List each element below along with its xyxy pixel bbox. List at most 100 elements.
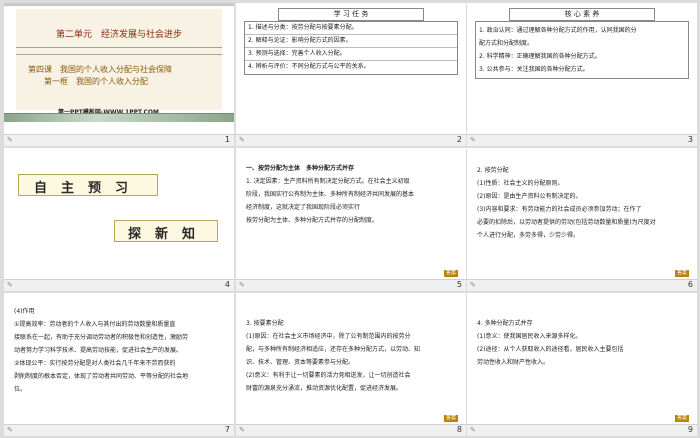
task-table: 1. 描述与分类：按劳分配与按要素分配。 2. 解释与论证：影响分配方式的因素。… <box>244 21 458 75</box>
text-line: (1)原因：在社会主义市场经济中，除了公有制范围内的按劳分 <box>246 333 411 340</box>
section-title: 第一框 我国的个人收入分配 <box>44 77 148 86</box>
slide-number: 7 <box>224 425 230 434</box>
slide-number: 8 <box>456 425 462 434</box>
slide-thumbnail-3[interactable]: 核 心 素 养 1. 政治认同：通过理解各种分配方式的作用，认同我国的分 配方式… <box>467 3 697 146</box>
text-line: (4)作用 <box>14 308 35 315</box>
slide-number: 3 <box>687 135 693 144</box>
slide-canvas: 学 习 任 务 1. 描述与分类：按劳分配与按要素分配。 2. 解释与论证：影响… <box>236 3 466 134</box>
text-line: 个人进行分配，多劳多得，少劳少得。 <box>477 232 580 239</box>
slide-canvas: 一、按劳分配为主体 多种分配方式并存 1. 决定因素：生产资料所有制决定分配方式… <box>236 148 466 279</box>
note-icon[interactable]: ✎ <box>7 281 13 289</box>
note-icon[interactable]: ✎ <box>470 136 476 144</box>
text-line: 必要的扣除后，以劳动者提供的劳动(包括劳动数量和质量)为尺度对 <box>477 219 656 226</box>
text-line: 配方式和分配制度。 <box>479 40 534 47</box>
slide-thumbnail-1[interactable]: 第二单元 经济发展与社会进步 第四课 我国的个人收入分配与社会保障 第一框 我国… <box>4 3 234 146</box>
slide-number: 1 <box>224 135 230 144</box>
text-line: ②体现公平：实行按劳分配是对人类社会几千年来不劳而获的 <box>14 360 176 367</box>
box-title: 核 心 素 养 <box>509 8 655 21</box>
top-bar <box>4 3 234 6</box>
box-title: 学 习 任 务 <box>278 8 424 21</box>
divider <box>16 54 222 55</box>
text-line: 1. 决定因素：生产资料所有制决定分配方式。在社会主义初级 <box>246 178 410 185</box>
text-line: 3. 按要素分配 <box>246 320 284 327</box>
text-line: (3)内容和要求：有劳动能力的社会成员必须参加劳动；在作了 <box>477 206 642 213</box>
slide-footer: ✎ 1 <box>4 134 234 146</box>
text-line: 1. 政治认同：通过理解各种分配方式的作用，认同我国的分 <box>479 27 637 34</box>
divider <box>16 47 222 48</box>
table-row: 1. 描述与分类：按劳分配与按要素分配。 <box>245 22 457 35</box>
text-line: (2)意义：有利于让一切要素的活力竞相迸发，让一切创造社会 <box>246 372 411 379</box>
text-line: 2. 科学精神：正确理解我国的各种分配方式。 <box>479 53 601 60</box>
text-line: 识、技术、管理、资本等要素参与分配。 <box>246 359 355 366</box>
chapter-title: 第四课 我国的个人收入分配与社会保障 <box>28 65 172 74</box>
slide-number: 9 <box>687 425 693 434</box>
answer-tag[interactable]: 答案 <box>674 270 689 277</box>
note-icon[interactable]: ✎ <box>7 426 13 434</box>
slide-body: 一、按劳分配为主体 多种分配方式并存 1. 决定因素：生产资料所有制决定分配方式… <box>246 162 458 227</box>
slide-number: 6 <box>687 280 693 289</box>
text-line: 接联系在一起，有助于充分调动劳动者的积极性和创造性，激励劳 <box>14 334 189 341</box>
slide-thumbnail-8[interactable]: 3. 按要素分配 (1)原因：在社会主义市场经济中，除了公有制范围内的按劳分 配… <box>236 293 466 436</box>
slide-body: 3. 按要素分配 (1)原因：在社会主义市场经济中，除了公有制范围内的按劳分 配… <box>246 317 458 395</box>
slide-footer: ✎ 4 <box>4 279 234 291</box>
slide-footer: ✎ 9 <box>467 424 697 436</box>
slide-footer: ✎ 2 <box>236 134 466 146</box>
slide-number: 4 <box>224 280 230 289</box>
table-row: 2. 解释与论证：影响分配方式的因素。 <box>245 35 457 48</box>
literacy-box: 1. 政治认同：通过理解各种分配方式的作用，认同我国的分 配方式和分配制度。 2… <box>475 21 689 79</box>
text-line: 动者努力学习科学技术、提高劳动技能，促进社会生产的发展。 <box>14 347 183 354</box>
text-line: 配，与多种所有制经济相适应，还存在多种分配方式，以劳动、知 <box>246 346 421 353</box>
slide-footer: ✎ 5 <box>236 279 466 291</box>
slide-thumbnail-4[interactable]: 自主预习 探新知 ✎ 4 <box>4 148 234 291</box>
note-icon[interactable]: ✎ <box>470 281 476 289</box>
note-icon[interactable]: ✎ <box>470 426 476 434</box>
note-icon[interactable]: ✎ <box>7 136 13 144</box>
slide-grid: 第二单元 经济发展与社会进步 第四课 我国的个人收入分配与社会保障 第一框 我国… <box>0 0 700 438</box>
slide-body: 2. 按劳分配 (1)性质：社会主义的分配原则。 (2)原因：是由生产资料公有制… <box>477 164 689 242</box>
table-row: 4. 辨析与评价：不同分配方式与公平的关系。 <box>248 63 370 70</box>
answer-tag[interactable]: 答案 <box>443 415 458 422</box>
text-line: 经济制度，这就决定了我国现阶段必须实行 <box>246 204 361 211</box>
heading: 一、按劳分配为主体 多种分配方式并存 <box>246 165 355 172</box>
text-line: (2)途径：从个人获取收入的途径看，居民收入主要包括 <box>477 346 624 353</box>
bottom-bar <box>4 113 234 122</box>
slide-thumbnail-9[interactable]: 4. 多种分配方式并存 (1)意义：使我国居民收入来源多样化。 (2)途径：从个… <box>467 293 697 436</box>
slide-footer: ✎ 8 <box>236 424 466 436</box>
slide-canvas: 第二单元 经济发展与社会进步 第四课 我国的个人收入分配与社会保障 第一框 我国… <box>4 3 234 134</box>
text-line: 阶段，我国实行公有制为主体、多种所有制经济共同发展的基本 <box>246 191 415 198</box>
text-line: 劳动性收入和财产性收入。 <box>477 359 550 366</box>
note-icon[interactable]: ✎ <box>239 136 245 144</box>
explore-banner-text: 探新知 <box>128 227 210 242</box>
text-line: ①提高效率：劳动者的个人收入与其付出的劳动数量和质量直 <box>14 321 176 328</box>
slide-number: 5 <box>456 280 462 289</box>
slide-body: 4. 多种分配方式并存 (1)意义：使我国居民收入来源多样化。 (2)途径：从个… <box>477 317 689 369</box>
text-line: (2)原因：是由生产资料公有制决定的。 <box>477 193 582 200</box>
text-line: 剥削制度的根本否定，体现了劳动者共同劳动、平等分配的社会地 <box>14 373 189 380</box>
note-icon[interactable]: ✎ <box>239 426 245 434</box>
table-row: 3. 预测与选择：完善个人收入分配。 <box>245 48 457 61</box>
answer-tag[interactable]: 答案 <box>443 270 458 277</box>
slide-thumbnail-5[interactable]: 一、按劳分配为主体 多种分配方式并存 1. 决定因素：生产资料所有制决定分配方式… <box>236 148 466 291</box>
slide-number: 2 <box>456 135 462 144</box>
text-line: 位。 <box>14 386 27 393</box>
slide-thumbnail-7[interactable]: (4)作用 ①提高效率：劳动者的个人收入与其付出的劳动数量和质量直 接联系在一起… <box>4 293 234 436</box>
text-line: 按劳分配为主体、多种分配方式并存的分配制度。 <box>246 217 379 224</box>
slide-footer: ✎ 7 <box>4 424 234 436</box>
slide-canvas: 2. 按劳分配 (1)性质：社会主义的分配原则。 (2)原因：是由生产资料公有制… <box>467 148 697 279</box>
slide-thumbnail-6[interactable]: 2. 按劳分配 (1)性质：社会主义的分配原则。 (2)原因：是由生产资料公有制… <box>467 148 697 291</box>
slide-canvas: (4)作用 ①提高效率：劳动者的个人收入与其付出的劳动数量和质量直 接联系在一起… <box>4 293 234 424</box>
slide-thumbnail-2[interactable]: 学 习 任 务 1. 描述与分类：按劳分配与按要素分配。 2. 解释与论证：影响… <box>236 3 466 146</box>
text-line: 3. 公共参与：关注我国的各种分配方式。 <box>479 66 589 73</box>
slide-canvas: 核 心 素 养 1. 政治认同：通过理解各种分配方式的作用，认同我国的分 配方式… <box>467 3 697 134</box>
text-line: (1)意义：使我国居民收入来源多样化。 <box>477 333 582 340</box>
note-icon[interactable]: ✎ <box>239 281 245 289</box>
slide-body: (4)作用 ①提高效率：劳动者的个人收入与其付出的劳动数量和质量直 接联系在一起… <box>14 305 226 396</box>
slide-footer: ✎ 3 <box>467 134 697 146</box>
title-background <box>16 9 222 110</box>
text-line: (1)性质：社会主义的分配原则。 <box>477 180 564 187</box>
slide-canvas: 3. 按要素分配 (1)原因：在社会主义市场经济中，除了公有制范围内的按劳分 配… <box>236 293 466 424</box>
answer-tag[interactable]: 答案 <box>674 415 689 422</box>
text-line: 2. 按劳分配 <box>477 167 509 174</box>
slide-canvas: 4. 多种分配方式并存 (1)意义：使我国居民收入来源多样化。 (2)途径：从个… <box>467 293 697 424</box>
preview-banner-text: 自主预习 <box>34 181 143 196</box>
